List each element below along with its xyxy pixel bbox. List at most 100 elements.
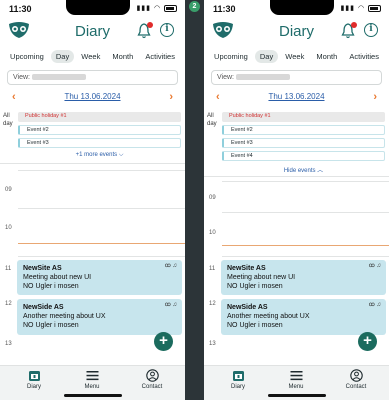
- all-day-event[interactable]: Event #2: [18, 125, 181, 135]
- nav-diary-label: Diary: [230, 384, 245, 390]
- tab-day[interactable]: Day: [50, 49, 75, 63]
- nav-contact[interactable]: Contact: [334, 369, 378, 390]
- status-icons: ▮▮▮ ◠: [136, 4, 177, 12]
- current-date[interactable]: Thu 13.06.2024: [204, 92, 389, 101]
- hide-events-toggle[interactable]: Hide events ︿: [222, 165, 385, 174]
- meeting-location: NO Ugler i mosen: [227, 283, 283, 290]
- hour-label: 09: [5, 187, 12, 193]
- tab-month[interactable]: Month: [107, 50, 138, 63]
- all-day-event[interactable]: Event #4: [222, 151, 385, 161]
- meeting-description: Meeting about new UI: [227, 274, 296, 281]
- status-bar: 11:30 ▮▮▮ ◠: [0, 0, 185, 17]
- screen-separator: [183, 0, 204, 400]
- nav-diary[interactable]: Diary: [216, 369, 260, 390]
- hour-line: [222, 181, 389, 182]
- view-selector[interactable]: View:: [7, 70, 178, 85]
- date-navigator: ‹ Thu 13.06.2024 ›: [204, 91, 389, 105]
- notch: [66, 0, 130, 15]
- hour-line: [18, 256, 185, 257]
- meeting-company: NewSite AS: [23, 265, 62, 272]
- calendar-icon: [28, 371, 40, 381]
- screen-number-badge: 2: [189, 1, 200, 12]
- view-label: View:: [13, 74, 30, 81]
- info-icon[interactable]: i: [364, 23, 378, 37]
- meeting-location: NO Ugler i mosen: [227, 322, 283, 329]
- info-icon[interactable]: i: [160, 23, 174, 37]
- meeting-company: NewSide AS: [227, 304, 268, 311]
- more-events-toggle[interactable]: +1 more events ⌵: [18, 152, 181, 159]
- bottom-navigation: Diary Menu Contact: [0, 365, 185, 400]
- meeting-card[interactable]: ꝏ ♫ NewSite AS Meeting about new UI NO U…: [221, 260, 386, 295]
- hour-label: 13: [209, 341, 216, 347]
- notifications-bell-icon[interactable]: [341, 22, 357, 39]
- current-date[interactable]: Thu 13.06.2024: [0, 92, 185, 101]
- attendees-bell-icons: ꝏ ♫: [164, 302, 177, 308]
- nav-menu[interactable]: Menu: [274, 369, 318, 390]
- meeting-card[interactable]: ꝏ ♫ NewSite AS Meeting about new UI NO U…: [17, 260, 182, 295]
- all-day-event[interactable]: Public holiday #1: [222, 112, 385, 122]
- view-value-redacted: [236, 74, 290, 81]
- nav-contact-label: Contact: [345, 384, 367, 390]
- notification-dot: [147, 22, 153, 28]
- status-time: 11:30: [9, 4, 32, 14]
- page-title: Diary: [278, 23, 314, 40]
- all-day-event[interactable]: Event #2: [222, 125, 385, 135]
- all-day-label: All day: [207, 113, 217, 127]
- tab-activities[interactable]: Activities: [344, 50, 384, 63]
- nav-menu[interactable]: Menu: [70, 369, 114, 390]
- hour-label: 11: [5, 266, 12, 272]
- hamburger-icon: [86, 371, 98, 381]
- tab-day[interactable]: Day: [254, 49, 279, 63]
- date-navigator: ‹ Thu 13.06.2024 ›: [0, 91, 185, 105]
- user-circle-icon: [145, 369, 159, 382]
- notifications-bell-icon[interactable]: [137, 22, 153, 39]
- view-tabs: Upcoming Day Week Month Activities: [204, 48, 389, 64]
- nav-menu-label: Menu: [84, 384, 100, 390]
- all-day-event[interactable]: Event #3: [222, 138, 385, 148]
- battery-icon: [368, 4, 381, 12]
- meeting-description: Another meeting about UX: [227, 313, 310, 320]
- hour-line: [222, 212, 389, 213]
- meeting-location: NO Ugler i mosen: [23, 322, 79, 329]
- meeting-card[interactable]: ꝏ ♫ NewSide AS Another meeting about UX …: [17, 299, 182, 335]
- hour-label: 10: [209, 230, 216, 236]
- attendees-bell-icons: ꝏ ♫: [368, 263, 381, 269]
- all-day-event[interactable]: Event #3: [18, 138, 181, 148]
- view-label: View:: [217, 74, 234, 81]
- nav-contact[interactable]: Contact: [130, 369, 174, 390]
- hour-label: 12: [209, 301, 216, 307]
- view-selector[interactable]: View:: [211, 70, 382, 85]
- view-value-redacted: [32, 74, 86, 81]
- add-event-button[interactable]: +: [154, 332, 173, 351]
- phone-screen-collapsed: 11:30 ▮▮▮ ◠ Diary i Upcoming Day Week Mo…: [0, 0, 185, 400]
- status-icons: ▮▮▮ ◠: [340, 4, 381, 12]
- current-time-line: [18, 243, 185, 244]
- meeting-card[interactable]: ꝏ ♫ NewSide AS Another meeting about UX …: [221, 299, 386, 335]
- nav-contact-label: Contact: [141, 384, 163, 390]
- all-day-event[interactable]: Public holiday #1: [18, 112, 181, 122]
- nav-diary[interactable]: Diary: [12, 369, 56, 390]
- tab-upcoming[interactable]: Upcoming: [5, 50, 49, 63]
- meeting-location: NO Ugler i mosen: [23, 283, 79, 290]
- nav-diary-label: Diary: [26, 384, 41, 390]
- bottom-navigation: Diary Menu Contact: [204, 365, 389, 400]
- app-header: Diary i: [204, 18, 389, 46]
- page-title: Diary: [74, 23, 110, 40]
- hamburger-icon: [290, 371, 302, 381]
- section-divider: [204, 176, 389, 177]
- view-tabs: Upcoming Day Week Month Activities: [0, 48, 185, 64]
- hour-label: 09: [209, 195, 216, 201]
- current-time-line: [222, 245, 389, 246]
- tab-week[interactable]: Week: [280, 50, 309, 63]
- hour-label: 11: [209, 266, 216, 272]
- add-event-button[interactable]: +: [358, 332, 377, 351]
- tab-upcoming[interactable]: Upcoming: [209, 50, 253, 63]
- tab-activities[interactable]: Activities: [140, 50, 180, 63]
- home-indicator: [268, 394, 326, 397]
- tab-week[interactable]: Week: [76, 50, 105, 63]
- next-day-chevron-icon[interactable]: ›: [169, 91, 173, 103]
- hour-line: [222, 256, 389, 257]
- next-day-chevron-icon[interactable]: ›: [373, 91, 377, 103]
- battery-icon: [164, 4, 177, 12]
- tab-month[interactable]: Month: [311, 50, 342, 63]
